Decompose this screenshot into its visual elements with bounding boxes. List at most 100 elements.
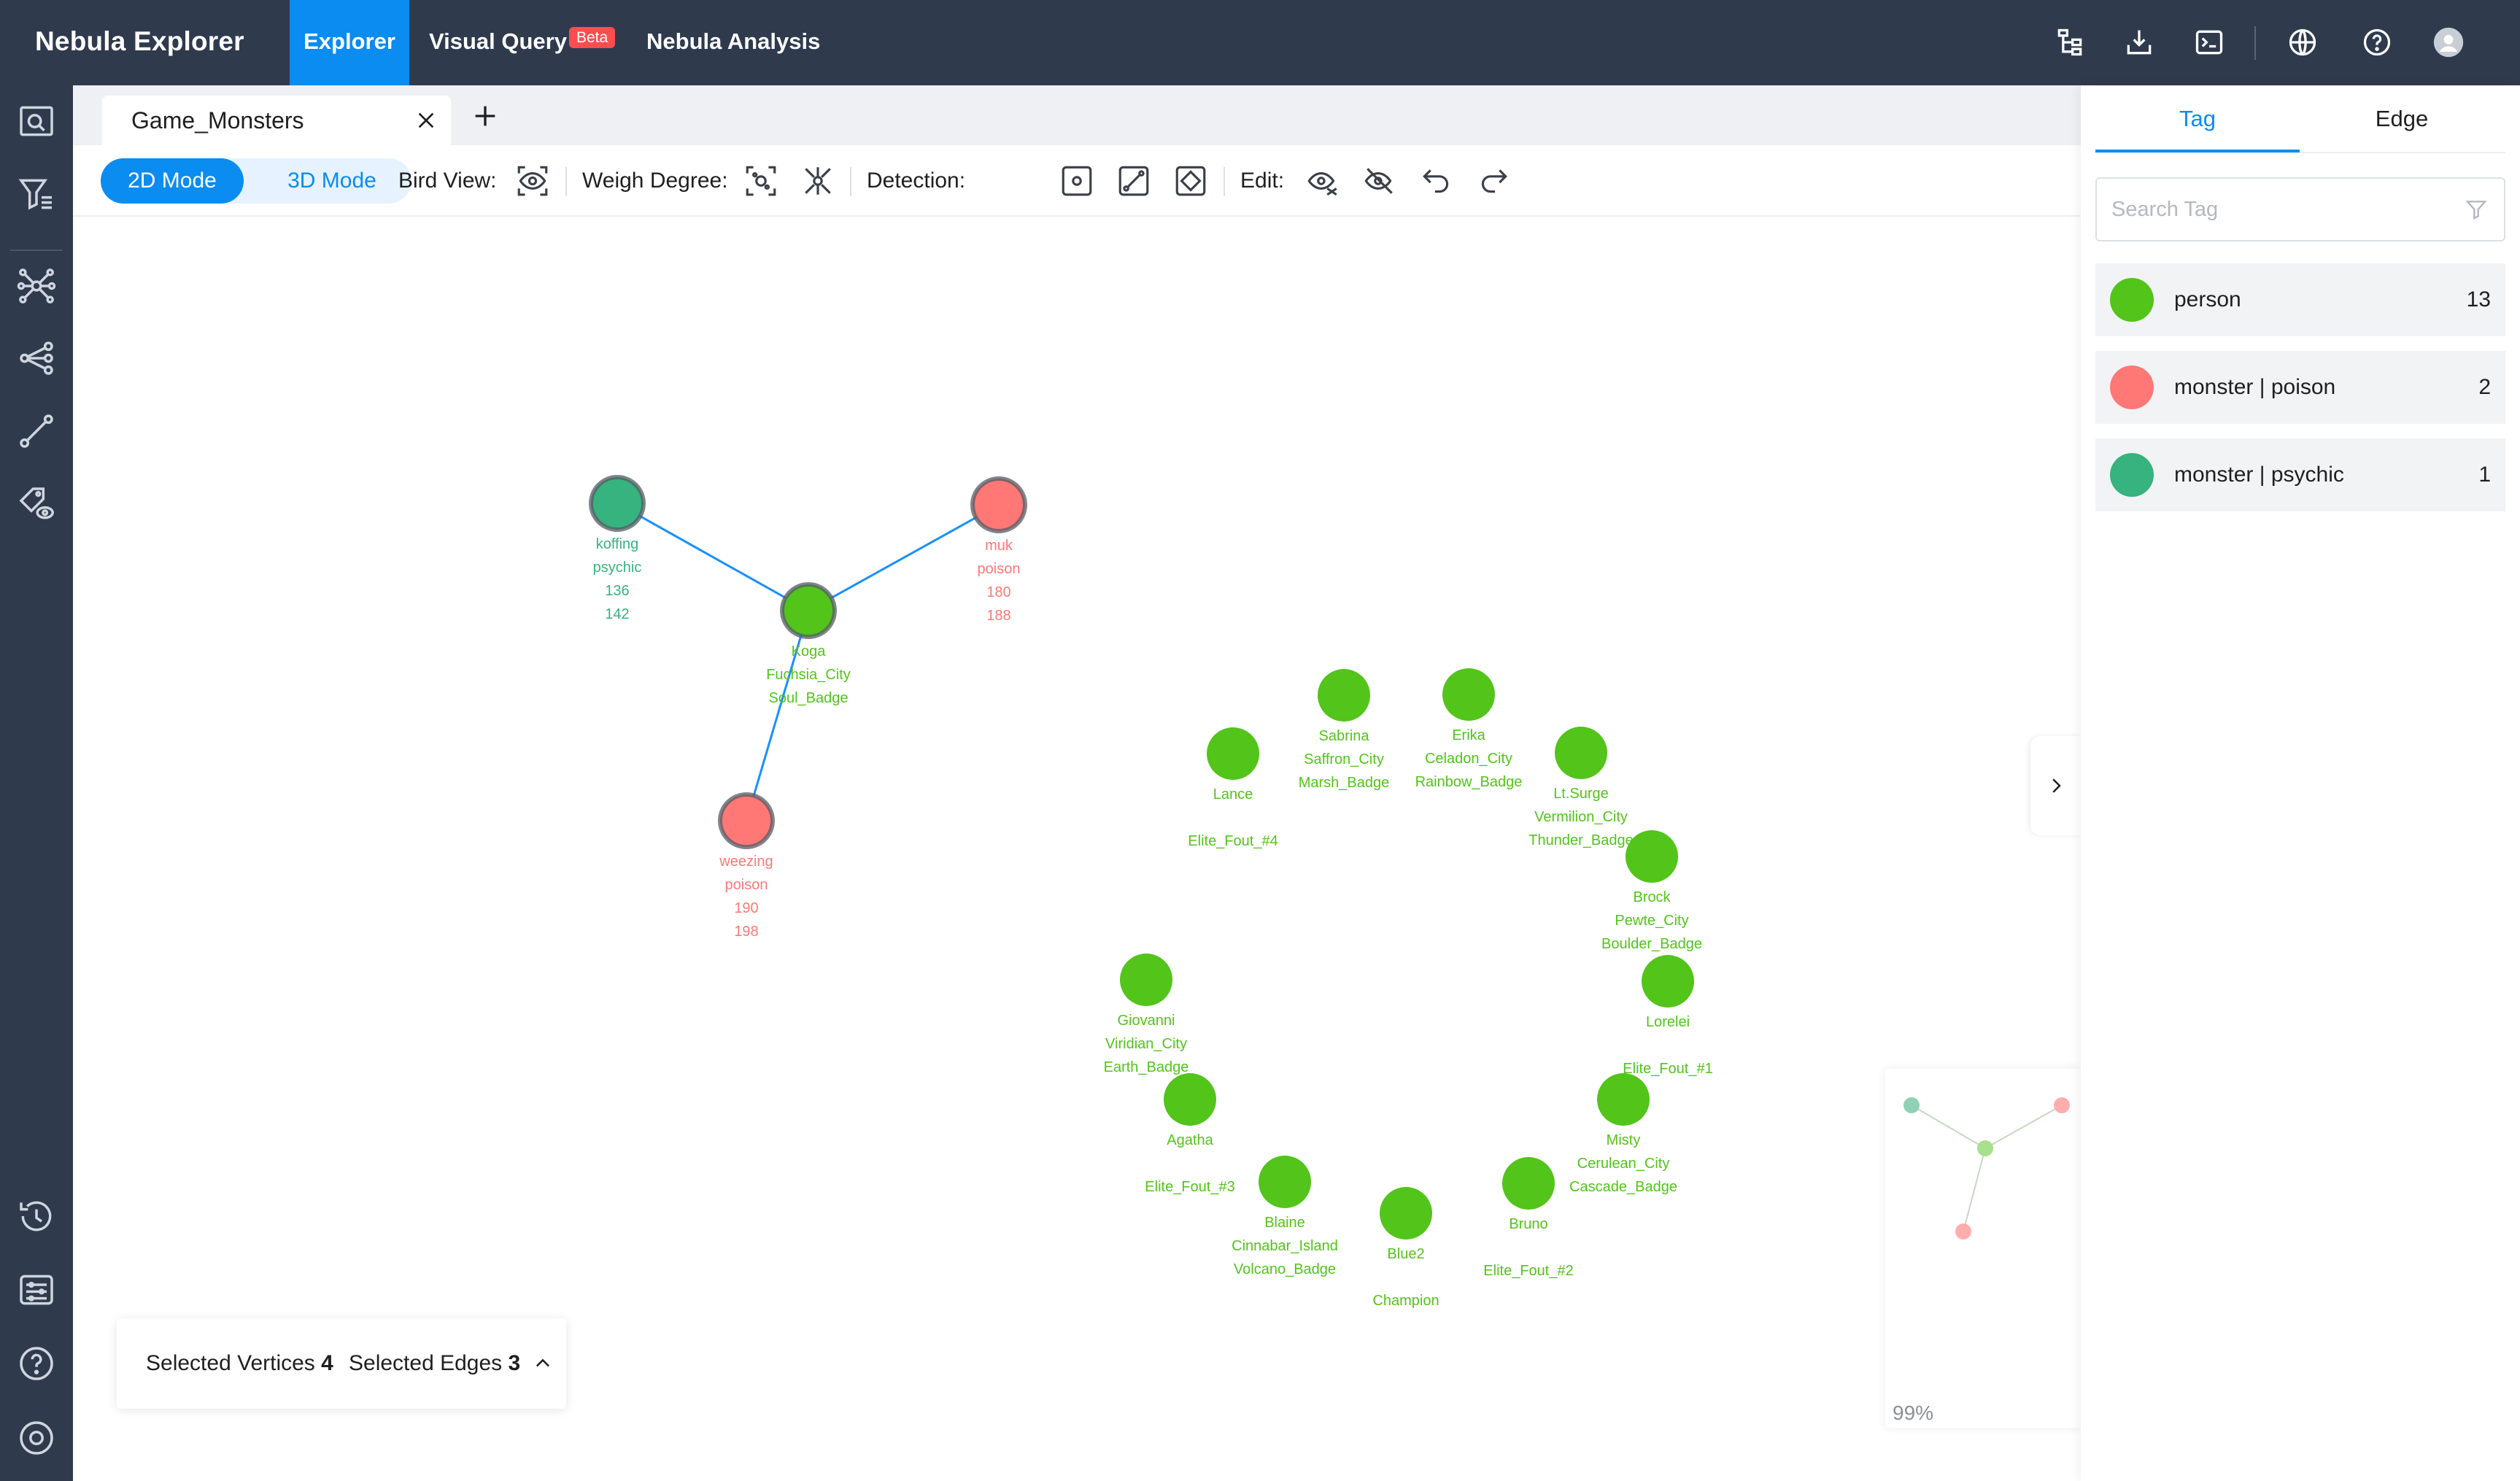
vertex-label: weezing xyxy=(719,854,773,870)
graph-edge[interactable] xyxy=(745,610,810,821)
graph-vertex-lance[interactable]: Lance Elite_Fout_#4 xyxy=(1188,727,1278,849)
graph-svg[interactable]: koffing psychic 136 142 muk poison 180 188 Koga F… xyxy=(73,217,2081,1481)
graph-vertex-misty[interactable]: Misty Cerulean_City Cascade_Badge xyxy=(1569,1073,1677,1195)
vertex-circle[interactable] xyxy=(718,792,775,849)
detect-path-icon[interactable] xyxy=(1116,163,1152,199)
filter-icon[interactable] xyxy=(2465,198,2488,221)
mode-3d-button[interactable]: 3D Mode xyxy=(252,158,411,204)
nav-tab-visual-query[interactable]: Visual Query xyxy=(429,0,567,85)
vertex-label: Lance xyxy=(1213,786,1253,803)
graph-canvas[interactable]: koffing psychic 136 142 muk poison 180 188 Koga F… xyxy=(73,217,2082,1481)
hide-node-icon[interactable] xyxy=(1305,163,1341,199)
mode-2d-button[interactable]: 2D Mode xyxy=(101,158,244,204)
scatter-degree-icon[interactable] xyxy=(800,163,836,199)
expand-panel-handle[interactable] xyxy=(2030,736,2082,835)
vertex-label: Sabrina xyxy=(1319,728,1370,744)
vertex-circle[interactable] xyxy=(1318,669,1370,722)
top-bar: Nebula Explorer Explorer Visual Query Be… xyxy=(0,0,2520,85)
graph-edge[interactable] xyxy=(617,502,809,612)
vertex-circle[interactable] xyxy=(780,582,837,639)
graph-vertex-erika[interactable]: Erika Celadon_City Rainbow_Badge xyxy=(1415,668,1523,790)
tag-row-monster-psychic[interactable]: monster | psychic 1 xyxy=(2095,438,2505,511)
vertex-circle[interactable] xyxy=(1626,830,1678,883)
graph-vertex-agatha[interactable]: Agatha Elite_Fout_#3 xyxy=(1145,1073,1235,1195)
vertex-circle[interactable] xyxy=(1164,1073,1216,1126)
graph-vertex-blue2[interactable]: Blue2 Champion xyxy=(1372,1187,1439,1309)
vertex-label: Blue2 xyxy=(1387,1246,1424,1262)
tag-row-person[interactable]: person 13 xyxy=(2095,263,2505,336)
filter-list-icon[interactable] xyxy=(16,174,57,214)
vertex-circle[interactable] xyxy=(1642,955,1694,1008)
language-globe-icon[interactable] xyxy=(2287,26,2319,58)
vertex-label: psychic xyxy=(593,560,642,576)
schema-tree-icon[interactable] xyxy=(2054,26,2086,58)
vertex-circle[interactable] xyxy=(1555,727,1607,779)
graph-vertex-koga[interactable]: Koga Fuchsia_City Soul_Badge xyxy=(766,582,851,706)
tag-color-dot xyxy=(2110,278,2154,322)
vertex-label: koffing xyxy=(596,536,639,552)
graph-vertex-koffing[interactable]: koffing psychic 136 142 xyxy=(589,475,646,622)
vertex-label: 190 xyxy=(734,900,758,916)
chevron-up-icon[interactable] xyxy=(533,1353,553,1374)
nav-tab-explorer[interactable]: Explorer xyxy=(290,0,409,85)
vertex-circle[interactable] xyxy=(589,475,646,532)
graph-edge[interactable] xyxy=(808,503,1000,612)
graph-vertex-muk[interactable]: muk poison 180 188 xyxy=(970,476,1027,624)
vertex-label: Elite_Fout_#1 xyxy=(1623,1061,1712,1077)
show-node-icon[interactable] xyxy=(1361,163,1398,199)
user-avatar-icon[interactable] xyxy=(2432,26,2465,58)
detect-loop-icon[interactable] xyxy=(1172,163,1209,199)
vertex-circle[interactable] xyxy=(1120,954,1172,1006)
vertex-label: Marsh_Badge xyxy=(1299,775,1390,791)
collapse-sidebar-icon[interactable] xyxy=(16,1418,57,1458)
path-icon[interactable] xyxy=(16,411,57,452)
tag-name: monster | psychic xyxy=(2174,463,2344,487)
vertex-circle[interactable] xyxy=(1380,1187,1432,1240)
help-icon[interactable] xyxy=(2361,26,2393,58)
vertex-circle[interactable] xyxy=(1502,1157,1555,1210)
query-search-icon[interactable] xyxy=(16,101,57,142)
minimap[interactable]: 99% xyxy=(1885,1069,2081,1428)
inspect-tag-icon[interactable] xyxy=(16,484,57,525)
import-icon[interactable] xyxy=(2123,26,2155,58)
share-network-icon[interactable] xyxy=(16,338,57,379)
vertex-circle[interactable] xyxy=(1259,1156,1311,1208)
tag-search-input[interactable] xyxy=(2111,179,2447,240)
graph-vertex-blaine[interactable]: Blaine Cinnabar_Island Volcano_Badge xyxy=(1232,1156,1338,1277)
toolbar-divider xyxy=(1224,167,1225,196)
add-tab-icon[interactable] xyxy=(471,101,500,131)
graph-vertex-brock[interactable]: Brock Pewte_City Boulder_Badge xyxy=(1601,830,1702,952)
vertex-circle[interactable] xyxy=(1442,668,1495,721)
tab-edge[interactable]: Edge xyxy=(2300,85,2504,152)
app-title: Nebula Explorer xyxy=(35,26,244,56)
tab-tag[interactable]: Tag xyxy=(2095,85,2300,152)
nav-tab-nebula-analysis[interactable]: Nebula Analysis xyxy=(646,0,820,85)
detect-node-icon[interactable] xyxy=(1059,163,1095,199)
minimap-node xyxy=(1955,1223,1971,1240)
tab-title: Game_Monsters xyxy=(131,107,304,134)
graph-expand-icon[interactable] xyxy=(16,266,57,306)
graph-vertex-lorelei[interactable]: Lorelei Elite_Fout_#1 xyxy=(1623,955,1713,1077)
graph-vertex-bruno[interactable]: Bruno Elite_Fout_#2 xyxy=(1483,1157,1574,1279)
vertex-circle[interactable] xyxy=(1597,1073,1650,1126)
undo-icon[interactable] xyxy=(1418,163,1455,199)
tag-name: monster | poison xyxy=(2174,375,2336,399)
vertex-circle[interactable] xyxy=(1207,727,1259,780)
graph-vertex-giovanni[interactable]: Giovanni Viridian_City Earth_Badge xyxy=(1104,954,1189,1075)
console-icon[interactable] xyxy=(2193,26,2225,58)
close-icon[interactable] xyxy=(414,109,438,132)
graph-vertex-ltsurge[interactable]: Lt.Surge Vermilion_City Thunder_Badge xyxy=(1528,727,1634,848)
redo-icon[interactable] xyxy=(1475,163,1512,199)
minimap-zoom-level: 99% xyxy=(1893,1401,1934,1424)
graph-vertex-sabrina[interactable]: Sabrina Saffron_City Marsh_Badge xyxy=(1299,669,1390,791)
help-circle-icon[interactable] xyxy=(16,1343,57,1384)
graph-vertex-weezing[interactable]: weezing poison 190 198 xyxy=(718,792,775,940)
tag-color-dot xyxy=(2110,453,2154,497)
tag-row-monster-poison[interactable]: monster | poison 2 xyxy=(2095,351,2505,424)
bird-view-eye-icon[interactable] xyxy=(514,163,551,199)
settings-panel-icon[interactable] xyxy=(16,1269,57,1310)
history-icon[interactable] xyxy=(16,1196,57,1237)
focus-degree-icon[interactable] xyxy=(743,163,779,199)
vertex-circle[interactable] xyxy=(970,476,1027,533)
tab-game-monsters[interactable]: Game_Monsters xyxy=(102,96,451,145)
